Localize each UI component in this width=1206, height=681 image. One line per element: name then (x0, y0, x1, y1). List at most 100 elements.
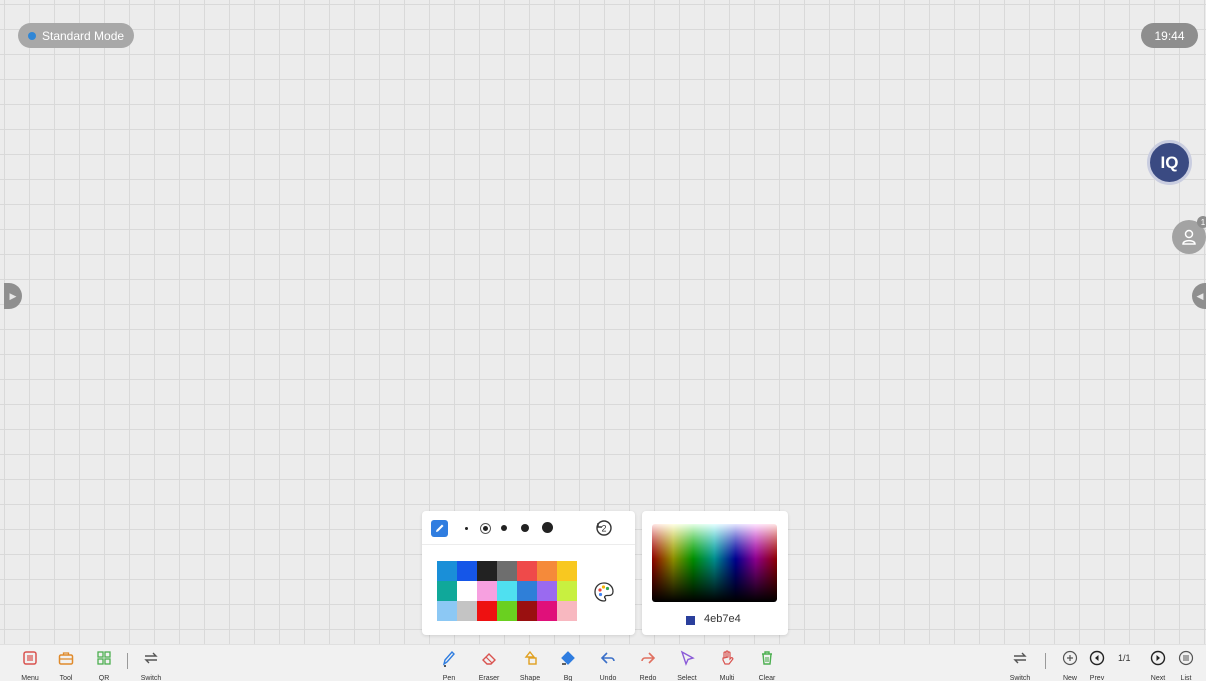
hex-value-label[interactable]: 4eb7e4 (704, 613, 741, 625)
toolbar-list-button[interactable]: List (1166, 649, 1206, 681)
toolbar-label: List (1180, 675, 1192, 681)
toolbar-label: Next (1150, 675, 1166, 681)
color-swatch[interactable] (517, 601, 537, 621)
color-swatch[interactable] (517, 581, 537, 601)
color-swatch-grid (437, 561, 577, 621)
stroke-size-xl[interactable] (542, 522, 553, 533)
toolbar-eraser-button[interactable]: Eraser (469, 649, 509, 681)
color-swatch[interactable] (557, 601, 577, 621)
toolbar-label: Switch (140, 675, 162, 681)
toolbar-label: Pen (442, 675, 456, 681)
current-color-swatch (686, 616, 695, 625)
trash-icon (762, 651, 772, 665)
toolbar-prev-button[interactable]: Prev (1077, 649, 1117, 681)
toolbar-label: Menu (21, 675, 39, 681)
menu-icon (23, 651, 37, 665)
color-swatch[interactable] (537, 581, 557, 601)
clock: 19:44 (1141, 23, 1198, 48)
toolbar-label: Undo (599, 675, 617, 681)
bottom-toolbar: 1/1 Menu Tool QR Switch Pen Eraser Shape Bg Undo… (0, 644, 1206, 681)
color-swatch[interactable] (437, 581, 457, 601)
toolbar-redo-button[interactable]: Redo (628, 649, 668, 681)
color-spectrum[interactable] (652, 524, 777, 602)
toolbar-clear-button[interactable]: Clear (747, 649, 787, 681)
iq-badge-text: IQ (1160, 152, 1179, 172)
toolbar-select-button[interactable]: Select (667, 649, 707, 681)
toolbar-divider (127, 653, 128, 669)
toolbar-label: New (1062, 675, 1077, 681)
color-swatch[interactable] (477, 601, 497, 621)
pen-settings-panel: 2 (422, 511, 635, 635)
toolbar-qr-button[interactable]: QR (84, 649, 124, 681)
color-swatch[interactable] (477, 581, 497, 601)
chevron-left-icon: ◀ (1196, 290, 1204, 301)
toolbar-shape-button[interactable]: Shape (510, 649, 550, 681)
palette-icon[interactable] (593, 581, 615, 603)
redo-icon (641, 652, 656, 664)
toolbar-label: Shape (519, 675, 541, 681)
toolbar-label: Tool (59, 675, 73, 681)
switch-icon (1013, 652, 1027, 664)
chevron-right-icon: ▶ (9, 290, 17, 301)
color-swatch[interactable] (437, 601, 457, 621)
color-swatch[interactable] (457, 581, 477, 601)
color-swatch[interactable] (497, 561, 517, 581)
color-swatch[interactable] (557, 581, 577, 601)
toolbar-label: Prev (1089, 675, 1105, 681)
color-picker-panel: 4eb7e4 (642, 511, 788, 635)
stroke-size-s-selected[interactable] (480, 523, 491, 534)
right-panel-handle[interactable]: ◀ (1192, 283, 1206, 309)
pen-glyph (436, 524, 444, 532)
color-swatch[interactable] (497, 581, 517, 601)
stroke-size-m[interactable] (501, 525, 507, 531)
shape-icon (524, 650, 537, 665)
toolbox-icon (58, 652, 74, 665)
toolbar-label: Select (677, 675, 697, 681)
color-swatch[interactable] (517, 561, 537, 581)
user-glyph (1182, 229, 1196, 245)
stroke-size-row: 2 (422, 511, 635, 545)
toolbar-undo-button[interactable]: Undo (588, 649, 628, 681)
color-swatch[interactable] (537, 601, 557, 621)
switch-icon (144, 652, 158, 664)
multi-touch-icon (722, 650, 734, 665)
page-indicator: 1/1 (1118, 653, 1131, 663)
toolbar-label: Clear (758, 675, 776, 681)
select-icon (680, 650, 695, 666)
color-swatch[interactable] (497, 601, 517, 621)
toolbar-bg-button[interactable]: Bg (548, 649, 588, 681)
color-swatch[interactable] (537, 561, 557, 581)
stroke-size-xs[interactable] (465, 527, 468, 530)
list-circle-icon (1178, 650, 1194, 666)
left-panel-handle[interactable]: ▶ (4, 283, 22, 309)
toolbar-label: Multi (719, 675, 735, 681)
color-swatch[interactable] (477, 561, 497, 581)
stroke-size-l[interactable] (521, 524, 529, 532)
toolbar-menu-button[interactable]: Menu (10, 649, 50, 681)
pen-icon (442, 650, 455, 667)
toolbar-switch-button[interactable]: Switch (131, 649, 171, 681)
color-swatch[interactable] (437, 561, 457, 581)
toolbar-tool-button[interactable]: Tool (46, 649, 86, 681)
fill-icon (561, 651, 575, 665)
mode-status-dot (28, 31, 36, 40)
iq-logo-icon[interactable]: IQ (1147, 140, 1192, 185)
eraser-icon (482, 653, 496, 665)
toolbar-label: Switch (1009, 675, 1031, 681)
color-swatch[interactable] (457, 561, 477, 581)
toolbar-label: Bg (563, 675, 573, 681)
toolbar-switch-button[interactable]: Switch (1000, 649, 1040, 681)
color-swatch[interactable] (557, 561, 577, 581)
prev-circle-icon (1089, 650, 1105, 666)
toolbar-pen-button[interactable]: Pen (429, 649, 469, 681)
toolbar-label: Eraser (478, 675, 500, 681)
next-circle-icon (1150, 650, 1166, 666)
toolbar-multi-button[interactable]: Multi (707, 649, 747, 681)
toolbar-label: QR (98, 675, 110, 681)
mode-pill[interactable]: Standard Mode (18, 23, 135, 48)
user-count-badge: 1 (1197, 216, 1206, 228)
toolbar-divider (1045, 653, 1046, 669)
pen-icon[interactable] (431, 520, 448, 537)
color-swatch[interactable] (457, 601, 477, 621)
reset-icon[interactable]: 2 (594, 518, 614, 538)
